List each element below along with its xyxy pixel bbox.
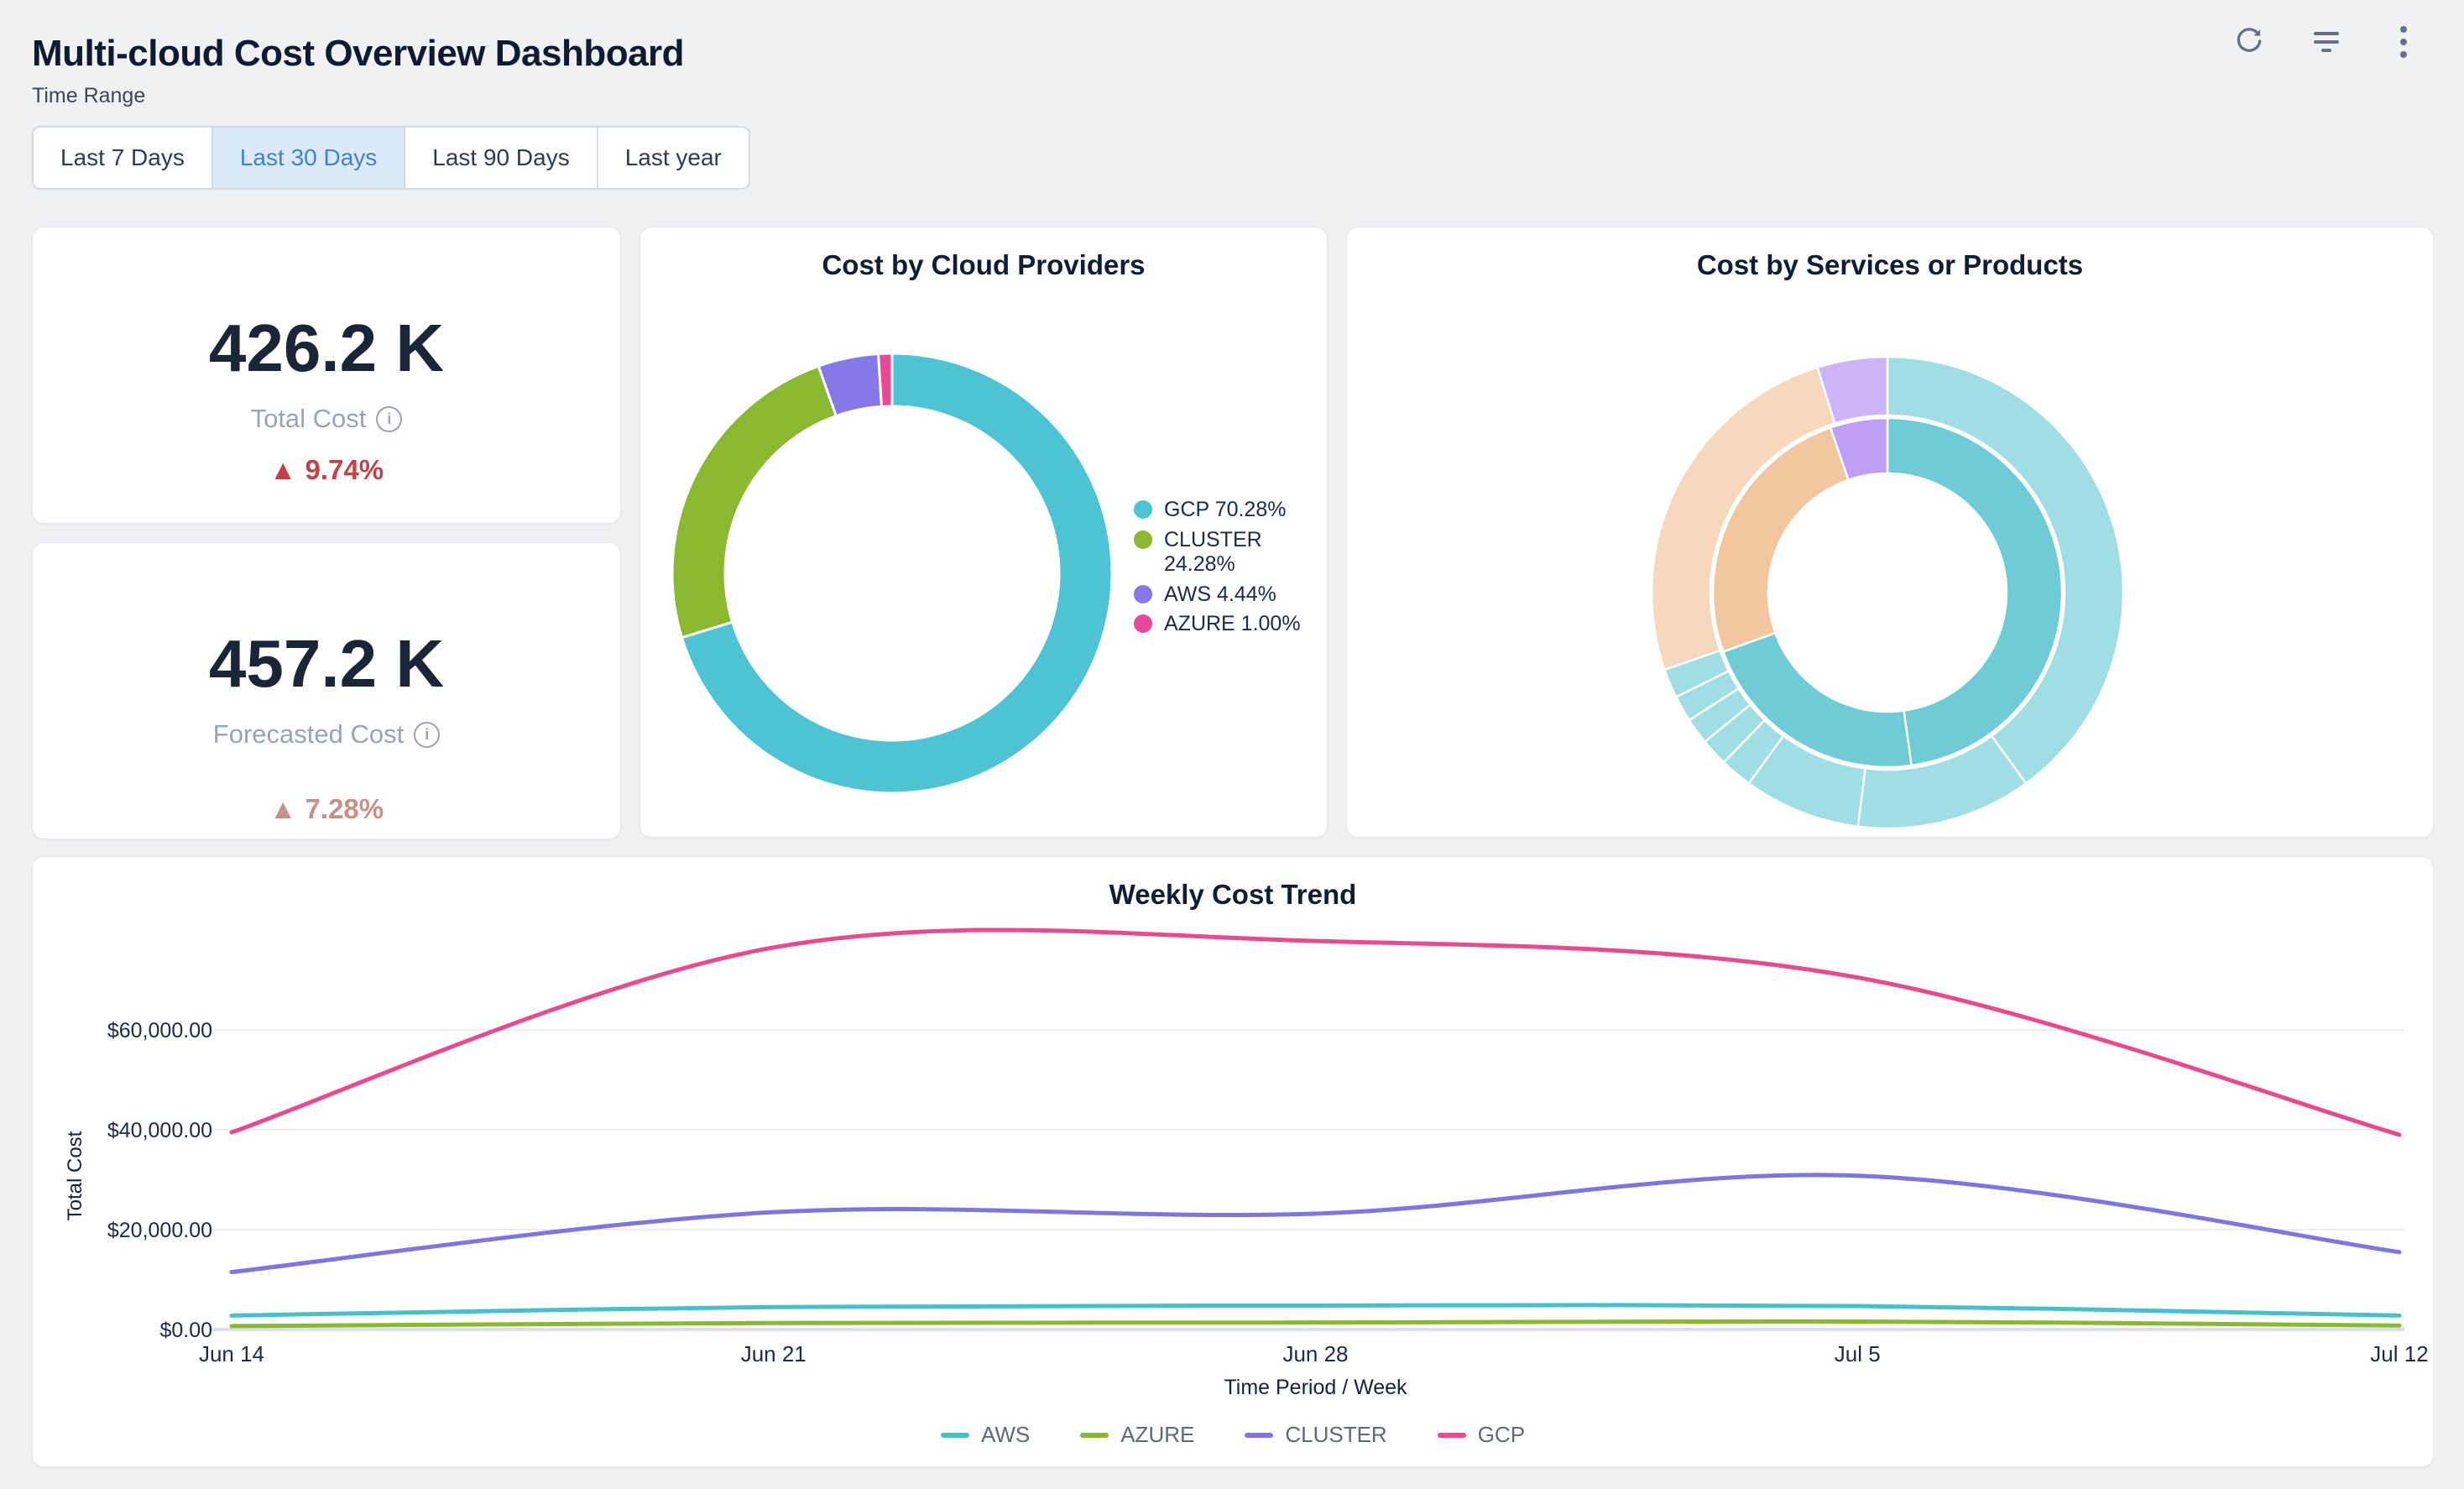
weekly-cost-trend-chart[interactable]: $0.00 $20,000.00 $40,000.00 $60,000.00 Jun 1… — [33, 857, 2433, 1411]
time-range-option-last-7-days[interactable]: Last 7 Days — [34, 128, 213, 188]
legend-dot — [1134, 530, 1152, 549]
legend-swatch — [941, 1433, 969, 1438]
total-cost-label: Total Cost — [251, 404, 367, 434]
legend-swatch — [1438, 1433, 1466, 1438]
cloud-providers-donut-chart[interactable] — [662, 343, 1122, 803]
trend-line-cluster[interactable] — [232, 1175, 2399, 1272]
more-options-button[interactable] — [2380, 18, 2427, 65]
forecasted-cost-delta: ▲ 7.28% — [269, 793, 384, 825]
forecasted-cost-card: 457.2 K Forecasted Cost ▲ 7.28% — [32, 542, 621, 839]
y-axis-label: Total Cost — [64, 1131, 86, 1220]
legend-dot — [1134, 614, 1152, 633]
forecasted-cost-value: 457.2 K — [209, 630, 444, 697]
y-tick-label: $0.00 — [159, 1319, 212, 1342]
time-range-label: Time Range — [32, 84, 145, 108]
x-tick-label: Jul 12 — [2370, 1341, 2428, 1366]
delta-up-icon: ▲ — [269, 793, 297, 825]
legend-item-aws[interactable]: AWS 4.44% — [1134, 583, 1310, 608]
legend-item-gcp[interactable]: GCP 70.28% — [1134, 498, 1310, 523]
cost-by-services-panel: Cost by Services or Products — [1346, 227, 2434, 838]
delta-up-icon: ▲ — [269, 454, 297, 486]
cost-by-cloud-providers-title: Cost by Cloud Providers — [640, 249, 1327, 281]
trend-line-azure[interactable] — [232, 1321, 2399, 1325]
legend-swatch — [1080, 1433, 1109, 1438]
y-tick-label: $40,000.00 — [107, 1119, 212, 1142]
time-range-option-last-30-days[interactable]: Last 30 Days — [213, 128, 405, 188]
kebab-menu-icon — [2400, 26, 2407, 58]
y-tick-label: $60,000.00 — [107, 1019, 212, 1042]
x-axis-label: Time Period / Week — [1224, 1376, 1407, 1399]
legend-label: CLUSTER 24.28% — [1164, 528, 1310, 577]
x-tick-label: Jun 21 — [741, 1341, 807, 1366]
filter-icon — [2314, 32, 2339, 52]
forecasted-cost-delta-value: 7.28% — [305, 793, 384, 825]
filter-button[interactable] — [2303, 18, 2350, 65]
header-actions — [2226, 18, 2427, 65]
weekly-cost-trend-panel: Weekly Cost Trend $0.00$20,000.00$40,000… — [32, 856, 2434, 1467]
time-range-button-group: Last 7 DaysLast 30 DaysLast 90 DaysLast … — [32, 126, 750, 190]
cost-by-services-title: Cost by Services or Products — [1347, 249, 2433, 281]
y-tick-label: $20,000.00 — [107, 1219, 212, 1242]
legend-swatch — [1245, 1433, 1273, 1438]
x-tick-label: Jun 28 — [1282, 1341, 1348, 1366]
legend-item-azure[interactable]: AZURE — [1080, 1422, 1194, 1448]
donut-slice-azure[interactable] — [879, 353, 892, 406]
legend-label: GCP — [1478, 1422, 1525, 1448]
legend-label: AWS — [981, 1422, 1030, 1448]
legend-dot — [1134, 585, 1152, 603]
cloud-providers-legend: GCP 70.28% CLUSTER 24.28% AWS 4.44% AZURE 1… — [1134, 498, 1310, 637]
legend-item-cluster[interactable]: CLUSTER — [1245, 1422, 1386, 1448]
donut-slice-cluster[interactable] — [672, 366, 836, 637]
trend-line-gcp[interactable] — [232, 930, 2399, 1135]
page-title: Multi-cloud Cost Overview Dashboard — [32, 33, 684, 75]
weekly-cost-trend-legend: AWS AZURE CLUSTER GCP — [33, 1422, 2433, 1448]
total-cost-delta: ▲ 9.74% — [269, 454, 384, 486]
services-sunburst-chart[interactable] — [1644, 349, 2131, 836]
legend-dot — [1134, 500, 1152, 519]
total-cost-value: 426.2 K — [209, 315, 444, 382]
trend-line-aws[interactable] — [232, 1305, 2399, 1315]
cost-by-cloud-providers-panel: Cost by Cloud Providers GCP 70.28% CLUSTE… — [639, 227, 1328, 838]
legend-label: AZURE 1.00% — [1164, 612, 1301, 637]
refresh-button[interactable] — [2226, 18, 2273, 65]
legend-label: GCP 70.28% — [1164, 498, 1286, 523]
total-cost-delta-value: 9.74% — [305, 454, 384, 486]
forecasted-cost-label: Forecasted Cost — [213, 719, 404, 750]
info-icon[interactable] — [376, 406, 402, 432]
refresh-icon — [2232, 24, 2266, 60]
time-range-option-last-90-days[interactable]: Last 90 Days — [405, 128, 598, 188]
multicloud-cost-dashboard: Multi-cloud Cost Overview Dashboard Time… — [0, 0, 2464, 1489]
info-icon[interactable] — [414, 722, 440, 748]
x-tick-label: Jun 14 — [199, 1341, 264, 1366]
legend-item-gcp[interactable]: GCP — [1438, 1422, 1525, 1448]
x-tick-label: Jul 5 — [1835, 1341, 1881, 1366]
total-cost-card: 426.2 K Total Cost ▲ 9.74% — [32, 227, 621, 524]
time-range-option-last-year[interactable]: Last year — [598, 128, 749, 188]
legend-label: AWS 4.44% — [1164, 583, 1276, 608]
legend-label: AZURE — [1120, 1422, 1194, 1448]
legend-label: CLUSTER — [1285, 1422, 1386, 1448]
legend-item-cluster[interactable]: CLUSTER 24.28% — [1134, 528, 1310, 577]
legend-item-azure[interactable]: AZURE 1.00% — [1134, 612, 1310, 637]
legend-item-aws[interactable]: AWS — [941, 1422, 1030, 1448]
